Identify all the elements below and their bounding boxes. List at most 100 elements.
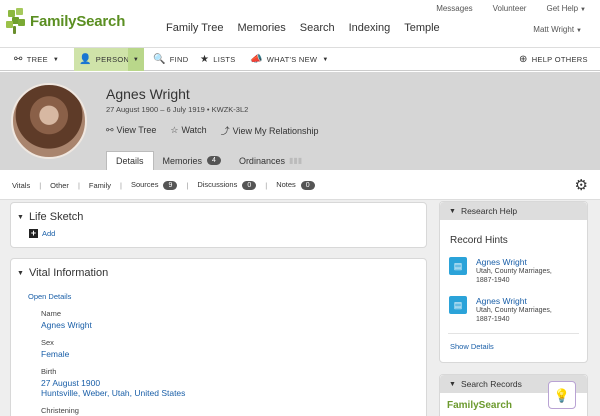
user-menu[interactable]: Matt Wright ▼ (533, 25, 582, 34)
star-outline-icon: ☆ (170, 125, 179, 135)
nav-search[interactable]: Search (300, 22, 335, 34)
tree-label: TREE (26, 55, 48, 64)
person-label: PERSON (95, 55, 130, 64)
add-life-sketch-button[interactable]: + Add (29, 229, 55, 238)
relationship-icon: ⤴ (220, 126, 230, 136)
collapse-triangle-icon: ▼ (17, 269, 24, 277)
christening-label: Christening (41, 406, 79, 415)
help-others-label: HELP OTHERS (531, 55, 588, 64)
messages-link[interactable]: Messages (436, 4, 472, 13)
tab-details[interactable]: Details (106, 151, 154, 170)
familysearch-logo[interactable]: FamilySearch (6, 8, 125, 34)
collapse-triangle-icon: ▼ (17, 213, 24, 221)
person-menu[interactable]: 👤 PERSON (74, 48, 135, 71)
chevron-down-icon: ▼ (52, 56, 60, 63)
birth-place[interactable]: Huntsville, Weber, Utah, United States (41, 388, 185, 398)
name-label: Name (41, 309, 62, 318)
person-dropdown-toggle[interactable]: ▼ (128, 48, 144, 71)
sex-value[interactable]: Female (41, 349, 69, 359)
nav-memories[interactable]: Memories (237, 22, 285, 34)
subnav-discussions[interactable]: Discussions 0 (197, 180, 257, 190)
research-help-header[interactable]: ▼ Research Help (440, 202, 587, 220)
star-icon: ★ (200, 54, 210, 65)
divider: | (119, 180, 122, 190)
get-help-link[interactable]: Get Help ▼ (546, 4, 586, 13)
vital-information-title: Vital Information (28, 267, 109, 279)
hint-years: 1887-1940 (476, 316, 510, 323)
research-help-card: ▼ Research Help Record Hints ▤ Agnes Wri… (439, 201, 588, 363)
subnav-sources[interactable]: Sources 9 (131, 180, 178, 190)
divider: | (186, 180, 189, 190)
view-relationship-button[interactable]: ⤴ View My Relationship (221, 124, 319, 137)
subnav-vitals[interactable]: Vitals (12, 181, 30, 190)
record-hint-icon: ▤ (449, 296, 467, 314)
chevron-down-icon: ▼ (580, 7, 586, 13)
lists-label: LISTS (213, 55, 236, 64)
record-hint-item[interactable]: ▤ Agnes Wright Utah, County Marriages, 1… (449, 296, 552, 324)
record-hint-item[interactable]: ▤ Agnes Wright Utah, County Marriages, 1… (449, 257, 552, 285)
lifebuoy-icon: ⊕ (519, 54, 528, 65)
life-sketch-title: Life Sketch (28, 211, 84, 223)
lists-button[interactable]: ★ LISTS (200, 48, 236, 71)
person-tabs: Details Memories 4 Ordinances ▮▮▮ (106, 151, 311, 170)
sex-field: Sex Female (41, 338, 69, 359)
find-label: FIND (169, 55, 189, 64)
hint-name[interactable]: Agnes Wright (476, 296, 552, 306)
tree-icon: ⚯ (14, 54, 23, 65)
person-header: Agnes Wright 27 August 1900 – 6 July 191… (0, 72, 600, 170)
nav-temple[interactable]: Temple (404, 22, 439, 34)
search-records-title: Search Records (460, 379, 522, 389)
christening-field: Christening (41, 406, 79, 416)
hint-name[interactable]: Agnes Wright (476, 257, 552, 267)
collapse-triangle-icon: ▼ (449, 207, 456, 215)
chevron-down-icon: ▼ (576, 28, 582, 34)
birth-date[interactable]: 27 August 1900 (41, 378, 185, 388)
tree-icon: ⚯ (106, 125, 114, 135)
nav-family-tree[interactable]: Family Tree (166, 22, 223, 34)
show-details-link[interactable]: Show Details (450, 342, 494, 351)
gear-icon[interactable]: ⚙ (575, 176, 588, 194)
notes-count-badge: 0 (300, 181, 315, 190)
main-nav: Family Tree Memories Search Indexing Tem… (166, 22, 440, 34)
find-button[interactable]: 🔍 FIND (153, 48, 188, 71)
view-relationship-label: View My Relationship (232, 126, 319, 136)
birth-label: Birth (41, 367, 57, 376)
user-name: Matt Wright (533, 25, 575, 34)
collapse-triangle-icon: ▼ (449, 380, 456, 388)
utility-nav: Messages Volunteer Get Help ▼ (436, 4, 586, 13)
name-value[interactable]: Agnes Wright (41, 320, 92, 330)
birth-field: Birth 27 August 1900 Huntsville, Weber, … (41, 367, 185, 398)
tab-memories[interactable]: Memories 4 (154, 151, 230, 170)
name-field: Name Agnes Wright (41, 309, 92, 330)
get-help-label: Get Help (546, 4, 579, 13)
record-hints-heading: Record Hints (450, 235, 508, 246)
chevron-down-icon: ▼ (322, 56, 329, 63)
help-others-button[interactable]: ⊕ HELP OTHERS (519, 48, 588, 71)
subnav-family[interactable]: Family (89, 181, 111, 190)
person-portrait[interactable] (11, 83, 87, 159)
section-subnav: Vitals | Other | Family | Sources 9 | Dis… (0, 170, 600, 200)
life-sketch-card: ▼ Life Sketch + Add (10, 202, 427, 248)
chevron-down-icon: ▼ (132, 56, 140, 63)
whats-new-menu[interactable]: 📣 WHAT'S NEW ▼ (250, 48, 329, 71)
view-tree-button[interactable]: ⚯ View Tree (106, 125, 156, 136)
nav-indexing[interactable]: Indexing (349, 22, 391, 34)
familysearch-mini-logo: FamilySearch (447, 400, 527, 416)
open-details-link[interactable]: Open Details (28, 292, 71, 301)
tab-ordinances[interactable]: Ordinances ▮▮▮ (230, 151, 311, 170)
hint-years: 1887-1940 (476, 277, 510, 284)
volunteer-link[interactable]: Volunteer (493, 4, 527, 13)
notes-label: Notes (276, 180, 296, 189)
plus-icon: + (29, 228, 38, 238)
sources-count-badge: 9 (163, 181, 178, 190)
watch-button[interactable]: ☆ Watch (170, 125, 206, 136)
lightbulb-icon[interactable]: 💡 (548, 381, 576, 409)
memories-count-badge: 4 (207, 156, 221, 165)
discussions-label: Discussions (197, 180, 238, 189)
life-sketch-header[interactable]: ▼ Life Sketch (17, 211, 83, 223)
tree-menu[interactable]: ⚯ TREE ▼ (14, 48, 59, 71)
subnav-notes[interactable]: Notes 0 (276, 180, 315, 190)
vital-information-header[interactable]: ▼ Vital Information (17, 267, 108, 279)
subnav-other[interactable]: Other (50, 181, 69, 190)
mini-logo-text: FamilySearch (447, 400, 513, 411)
